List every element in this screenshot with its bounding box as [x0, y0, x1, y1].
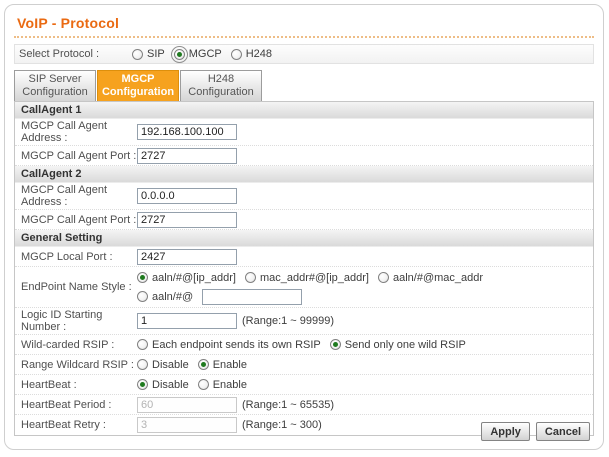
ca2-address-input[interactable]: [137, 188, 237, 204]
radio-option-sip[interactable]: SIP: [132, 48, 165, 60]
radio-option-range-wildcard-enable[interactable]: Enable: [198, 359, 247, 371]
tab-label-line1: MGCP: [98, 73, 178, 86]
protocol-selector-bar: Select Protocol : SIP MGCP H248: [14, 44, 594, 64]
field-label: MGCP Call Agent Port :: [15, 214, 137, 226]
field-label: MGCP Call Agent Address :: [15, 184, 137, 208]
tab-sip-server-configuration[interactable]: SIP Server Configuration: [14, 70, 96, 101]
mgcp-local-port-input[interactable]: [137, 249, 237, 265]
form-row-ca1-address: MGCP Call Agent Address :: [15, 119, 593, 146]
action-buttons: Apply Cancel: [481, 422, 590, 441]
radio-option-aaln-ipaddr[interactable]: aaln/#@[ip_addr]: [137, 272, 236, 284]
protocol-radio-group: SIP MGCP H248: [132, 48, 281, 60]
heartbeat-period-input: [137, 397, 237, 413]
radio-mgcp[interactable]: [174, 49, 185, 60]
field-label: MGCP Local Port :: [15, 251, 137, 263]
cancel-button[interactable]: Cancel: [536, 422, 590, 441]
radio-range-wildcard-enable[interactable]: [198, 359, 209, 370]
form-row-heartbeat-period: HeartBeat Period : (Range:1 ~ 65535): [15, 395, 593, 415]
field-label: Range Wildcard RSIP :: [15, 359, 137, 371]
form-row-heartbeat: HeartBeat : Disable Enable: [15, 375, 593, 395]
radio-label: aaln/#@: [152, 291, 193, 303]
range-note: (Range:1 ~ 99999): [242, 315, 334, 327]
radio-heartbeat-disable[interactable]: [137, 379, 148, 390]
form-row-ca1-port: MGCP Call Agent Port :: [15, 146, 593, 166]
field-label: MGCP Call Agent Port :: [15, 150, 137, 162]
endpoint-custom-suffix-input[interactable]: [202, 289, 302, 305]
radio-option-own-rsip[interactable]: Each endpoint sends its own RSIP: [137, 339, 321, 351]
range-note: (Range:1 ~ 300): [242, 419, 322, 431]
form-row-local-port: MGCP Local Port :: [15, 247, 593, 267]
logic-id-input[interactable]: [137, 313, 237, 329]
field-label: HeartBeat :: [15, 379, 137, 391]
radio-h248-label: H248: [246, 48, 272, 60]
ca1-address-input[interactable]: [137, 124, 237, 140]
radio-aaln-ipaddr[interactable]: [137, 272, 148, 283]
radio-option-heartbeat-enable[interactable]: Enable: [198, 379, 247, 391]
radio-option-range-wildcard-disable[interactable]: Disable: [137, 359, 189, 371]
field-label: Wild-carded RSIP :: [15, 339, 137, 351]
radio-mgcp-label: MGCP: [189, 48, 222, 60]
radio-label: Send only one wild RSIP: [345, 339, 466, 351]
radio-label: Disable: [152, 379, 189, 391]
protocol-label: Select Protocol :: [15, 48, 132, 60]
config-tabs: SIP Server Configuration MGCP Configurat…: [14, 70, 603, 101]
radio-heartbeat-enable[interactable]: [198, 379, 209, 390]
radio-option-macaddr-ipaddr[interactable]: mac_addr#@[ip_addr]: [245, 272, 369, 284]
form-row-range-wildcard-rsip: Range Wildcard RSIP : Disable Enable: [15, 355, 593, 375]
radio-sip-label: SIP: [147, 48, 165, 60]
radio-macaddr-ipaddr[interactable]: [245, 272, 256, 283]
page-panel: VoIP - Protocol Select Protocol : SIP MG…: [4, 4, 604, 450]
radio-label: Enable: [213, 359, 247, 371]
radio-label: aaln/#@mac_addr: [393, 272, 483, 284]
form-row-ca2-port: MGCP Call Agent Port :: [15, 210, 593, 230]
page-title: VoIP - Protocol: [17, 15, 591, 31]
ca2-port-input[interactable]: [137, 212, 237, 228]
mgcp-configuration-form: CallAgent 1 MGCP Call Agent Address : MG…: [14, 101, 594, 436]
radio-h248[interactable]: [231, 49, 242, 60]
form-row-ca2-address: MGCP Call Agent Address :: [15, 183, 593, 210]
radio-label: mac_addr#@[ip_addr]: [260, 272, 369, 284]
form-row-wildcarded-rsip: Wild-carded RSIP : Each endpoint sends i…: [15, 335, 593, 355]
heartbeat-retry-input: [137, 417, 237, 433]
radio-sip[interactable]: [132, 49, 143, 60]
tab-label-line2: Configuration: [15, 86, 95, 99]
section-heading-callagent1: CallAgent 1: [15, 102, 593, 119]
radio-one-wild-rsip[interactable]: [330, 339, 341, 350]
radio-aaln-macaddr[interactable]: [378, 272, 389, 283]
section-heading-general: General Setting: [15, 230, 593, 247]
form-row-endpoint-style: EndPoint Name Style : aaln/#@[ip_addr] m…: [15, 267, 593, 308]
section-heading-callagent2: CallAgent 2: [15, 166, 593, 183]
radio-option-aaln-custom[interactable]: aaln/#@: [137, 291, 193, 303]
field-label: Logic ID Starting Number :: [15, 309, 137, 333]
range-note: (Range:1 ~ 65535): [242, 399, 334, 411]
radio-aaln-custom[interactable]: [137, 291, 148, 302]
field-label: HeartBeat Period :: [15, 399, 137, 411]
field-label: HeartBeat Retry :: [15, 419, 137, 431]
tab-mgcp-configuration[interactable]: MGCP Configuration: [97, 70, 179, 101]
radio-option-one-wild-rsip[interactable]: Send only one wild RSIP: [330, 339, 466, 351]
tab-label-line2: Configuration: [181, 86, 261, 99]
radio-label: Enable: [213, 379, 247, 391]
radio-option-heartbeat-disable[interactable]: Disable: [137, 379, 189, 391]
radio-label: Each endpoint sends its own RSIP: [152, 339, 321, 351]
radio-option-h248[interactable]: H248: [231, 48, 272, 60]
ca1-port-input[interactable]: [137, 148, 237, 164]
tab-label-line1: H248: [181, 73, 261, 86]
tab-label-line2: Configuration: [98, 86, 178, 99]
form-row-logic-id: Logic ID Starting Number : (Range:1 ~ 99…: [15, 308, 593, 335]
radio-option-aaln-macaddr[interactable]: aaln/#@mac_addr: [378, 272, 483, 284]
field-label: EndPoint Name Style :: [15, 281, 137, 293]
radio-range-wildcard-disable[interactable]: [137, 359, 148, 370]
tab-label-line1: SIP Server: [15, 73, 95, 86]
radio-option-mgcp[interactable]: MGCP: [174, 48, 222, 60]
field-label: MGCP Call Agent Address :: [15, 120, 137, 144]
title-divider: [14, 36, 594, 38]
radio-label: Disable: [152, 359, 189, 371]
apply-button[interactable]: Apply: [481, 422, 530, 441]
tab-h248-configuration[interactable]: H248 Configuration: [180, 70, 262, 101]
radio-own-rsip[interactable]: [137, 339, 148, 350]
radio-label: aaln/#@[ip_addr]: [152, 272, 236, 284]
